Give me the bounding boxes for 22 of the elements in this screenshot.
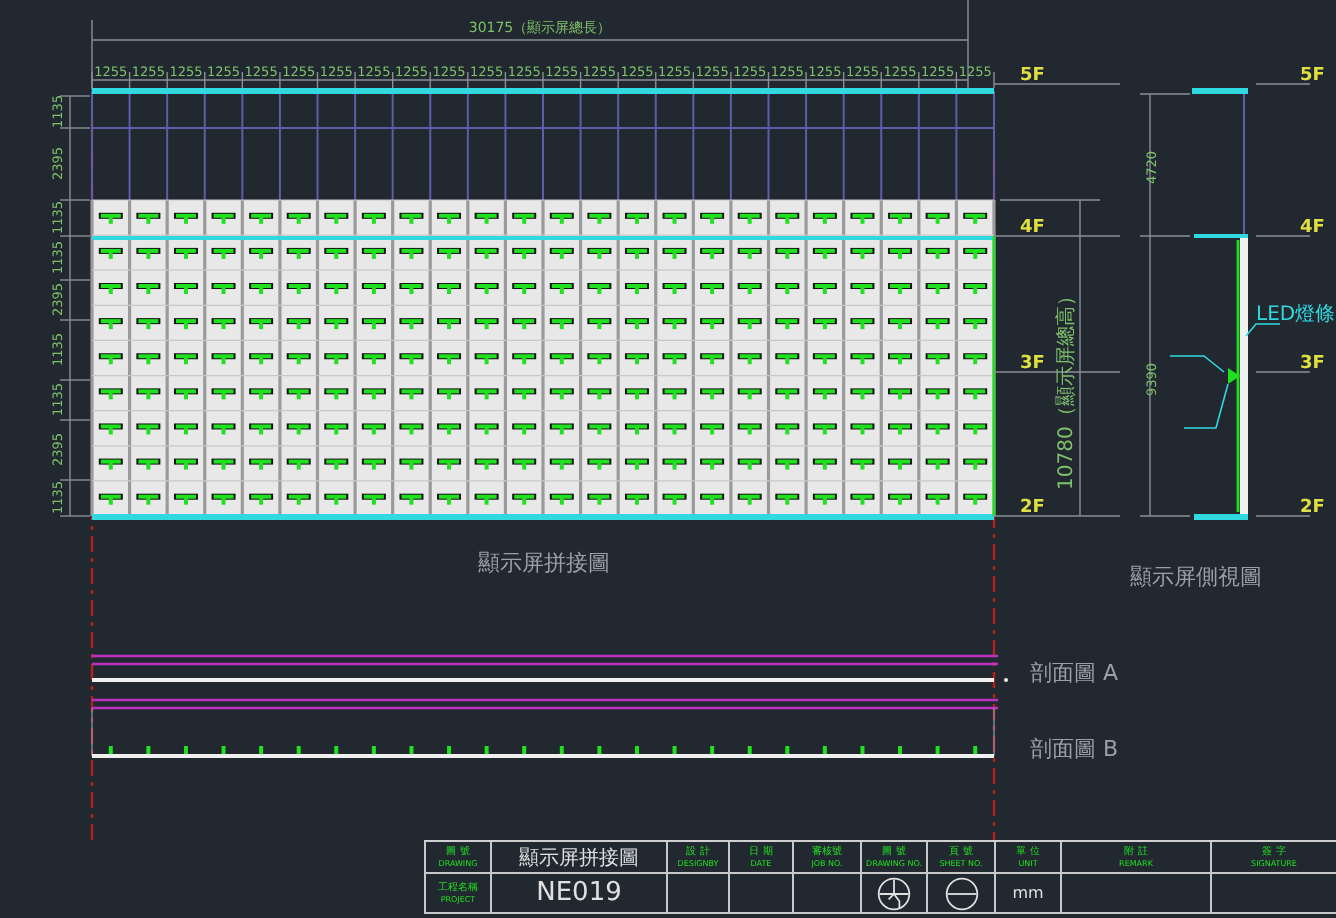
floor-label: 2F bbox=[1300, 498, 1325, 518]
unit-value: mm bbox=[1012, 884, 1044, 902]
floor-label: 4F bbox=[1020, 218, 1045, 238]
floor-label: 5F bbox=[1020, 66, 1045, 86]
projection-symbol-icon bbox=[876, 875, 912, 911]
floor-label: 4F bbox=[1300, 218, 1325, 238]
drawing-title: 顯示屏拼接圖 bbox=[490, 842, 666, 874]
leader-line bbox=[1245, 323, 1281, 337]
section-label: 剖面圖 B bbox=[1030, 736, 1119, 762]
circle-minus-icon bbox=[943, 875, 979, 911]
floor-label: 5F bbox=[1300, 66, 1325, 86]
floor-label: 3F bbox=[1300, 354, 1325, 374]
drawing-caption: 顯示屏拼接圖 bbox=[478, 550, 610, 576]
leader-line bbox=[1183, 383, 1229, 429]
leader-line bbox=[1169, 355, 1225, 373]
dimension-text: 10780（顯示屏總高） bbox=[1056, 286, 1078, 490]
section-label: 剖面圖 A bbox=[1030, 660, 1119, 686]
floor-label: 2F bbox=[1020, 498, 1045, 518]
drawing-caption: 顯示屏側視圖 bbox=[1130, 564, 1262, 590]
callout-text: LED燈條 bbox=[1256, 304, 1336, 326]
project-code: NE019 bbox=[490, 874, 666, 914]
floor-label: 3F bbox=[1020, 354, 1045, 374]
